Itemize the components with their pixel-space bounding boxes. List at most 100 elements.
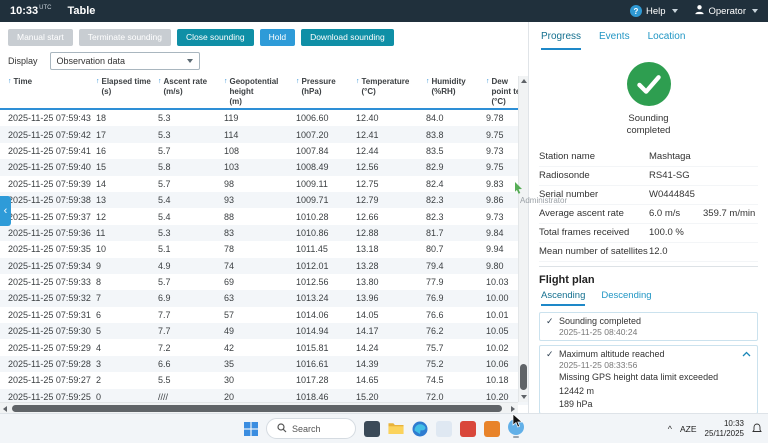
column-header-time[interactable]: ↑Time — [0, 75, 92, 107]
cell: 6 — [92, 310, 154, 320]
table-row[interactable]: 2025-11-25 07:59:2725.5301017.2814.6574.… — [0, 372, 528, 388]
cell: 10 — [92, 244, 154, 254]
column-header-elapsed-time-s[interactable]: ↑Elapsed time (s) — [92, 75, 154, 107]
edge-icon[interactable] — [412, 421, 428, 437]
cell: 49 — [220, 326, 292, 336]
info-field-station-name: Station nameMashtaga — [539, 148, 758, 167]
taskbar-clock[interactable]: 10:33 25/11/2025 — [705, 419, 744, 439]
start-button[interactable] — [244, 422, 258, 436]
cell: 83 — [220, 228, 292, 238]
table-row[interactable]: 2025-11-25 07:59:37125.4881010.2812.6682… — [0, 208, 528, 224]
table-row[interactable]: 2025-11-25 07:59:2836.6351016.6114.3975.… — [0, 356, 528, 372]
table-row[interactable]: 2025-11-25 07:59:38135.4931009.7112.7982… — [0, 192, 528, 208]
cell: 5.3 — [154, 130, 220, 140]
terminate-sounding-button: Terminate sounding — [79, 29, 171, 46]
cell: 1008.49 — [292, 162, 352, 172]
vertical-scrollbar[interactable] — [518, 76, 528, 402]
clock: 10:33UTC — [10, 5, 51, 17]
column-header-humidity-rh[interactable]: ↑Humidity (%RH) — [422, 75, 482, 107]
flight-plan-item-time: 2025-11-25 08:33:56 — [559, 360, 738, 370]
tab-descending[interactable]: Descending — [601, 290, 651, 306]
download-sounding-button[interactable]: Download sounding — [301, 29, 394, 46]
tab-progress[interactable]: Progress — [541, 31, 581, 50]
table-row[interactable]: 2025-11-25 07:59:36115.3831010.8612.8881… — [0, 225, 528, 241]
cell: 1012.01 — [292, 261, 352, 271]
scroll-up-arrow-icon[interactable] — [521, 79, 527, 83]
check-icon: ✓ — [546, 316, 559, 328]
tray-expand-icon[interactable] — [668, 424, 672, 434]
cell: 14.05 — [352, 310, 422, 320]
manual-start-button: Manual start — [8, 29, 73, 46]
user-icon — [694, 4, 705, 18]
scroll-left-arrow-icon[interactable] — [3, 406, 7, 412]
cell: 1007.20 — [292, 130, 352, 140]
table-row[interactable]: 2025-11-25 07:59:3385.7691012.5613.8077.… — [0, 274, 528, 290]
sort-icon: ↑ — [296, 77, 300, 88]
close-sounding-button[interactable]: Close sounding — [177, 29, 254, 46]
display-dropdown[interactable]: Observation data — [50, 52, 200, 70]
cell: 5.7 — [154, 277, 220, 287]
cell: 12.79 — [352, 195, 422, 205]
cell: 5.4 — [154, 195, 220, 205]
column-header-temperature-c[interactable]: ↑Temperature (°C) — [352, 75, 422, 107]
success-check-icon — [627, 62, 671, 106]
table-row[interactable]: 2025-11-25 07:59:3494.9741012.0113.2879.… — [0, 258, 528, 274]
running-indicator — [513, 436, 519, 438]
cell: 1013.24 — [292, 293, 352, 303]
user-menu[interactable]: Operator — [694, 4, 759, 18]
taskbar-apps — [364, 419, 524, 438]
table-row[interactable]: 2025-11-25 07:59:39145.7981009.1112.7582… — [0, 176, 528, 192]
cell: 114 — [220, 130, 292, 140]
table-row[interactable]: 2025-11-25 07:59:3167.7571014.0614.0576.… — [0, 307, 528, 323]
table-row[interactable]: 2025-11-25 07:59:3276.9631013.2413.9676.… — [0, 290, 528, 306]
table-row[interactable]: 2025-11-25 07:59:3057.7491014.9414.1776.… — [0, 323, 528, 339]
hold-button[interactable]: Hold — [260, 29, 295, 46]
scroll-right-arrow-icon[interactable] — [511, 406, 515, 412]
cell: 30 — [220, 375, 292, 385]
cell: 1014.94 — [292, 326, 352, 336]
help-menu[interactable]: Help — [630, 5, 678, 17]
chevron-down-icon — [672, 9, 678, 13]
taskbar: Search AZE 10:33 25/11/2025 — [0, 413, 768, 443]
user-label: Operator — [709, 6, 747, 17]
table-row[interactable]: 2025-11-25 07:59:41165.71081007.8412.448… — [0, 143, 528, 159]
detail-text: 12442 m — [559, 386, 594, 396]
app-red-icon[interactable] — [460, 421, 476, 437]
column-header-geopotential-height[interactable]: ↑Geopotential height (m) — [220, 75, 292, 107]
table-row[interactable]: 2025-11-25 07:59:2947.2421015.8114.2475.… — [0, 339, 528, 355]
tab-ascending[interactable]: Ascending — [541, 290, 585, 306]
horizontal-scrollbar-thumb[interactable] — [12, 405, 502, 412]
taskbar-search[interactable]: Search — [266, 418, 356, 439]
app-dark-icon[interactable] — [364, 421, 380, 437]
cell: 5.5 — [154, 375, 220, 385]
language-indicator[interactable]: AZE — [680, 424, 697, 434]
scroll-down-arrow-icon[interactable] — [521, 395, 527, 399]
cell: 2025-11-25 07:59:27 — [0, 375, 92, 385]
table-view: Manual start Terminate sounding Close soun… — [0, 22, 528, 413]
column-header-pressure-hpa[interactable]: ↑Pressure (hPa) — [292, 75, 352, 107]
horizontal-scrollbar[interactable] — [0, 402, 518, 413]
app-light-icon[interactable] — [436, 421, 452, 437]
vertical-scrollbar-thumb[interactable] — [520, 364, 527, 390]
sidebar-expand-button[interactable] — [0, 196, 11, 226]
tab-location[interactable]: Location — [648, 31, 686, 50]
table-row[interactable]: 2025-11-25 07:59:35105.1781011.4513.1880… — [0, 241, 528, 257]
tab-events[interactable]: Events — [599, 31, 630, 50]
table-row[interactable]: 2025-11-25 07:59:42175.31141007.2012.418… — [0, 126, 528, 142]
file-explorer-icon[interactable] — [388, 421, 404, 437]
cell: 2025-11-25 07:59:41 — [0, 146, 92, 156]
cell: 8 — [92, 277, 154, 287]
cell: 5.3 — [154, 228, 220, 238]
app-orange-icon[interactable] — [484, 421, 500, 437]
table-row[interactable]: 2025-11-25 07:59:40155.81031008.4912.568… — [0, 159, 528, 175]
cell: 2025-11-25 07:59:38 — [0, 195, 92, 205]
cell: 98 — [220, 179, 292, 189]
notification-bell-icon[interactable] — [752, 423, 762, 434]
cell: 2025-11-25 07:59:42 — [0, 130, 92, 140]
table-row[interactable]: 2025-11-25 07:59:43185.31191006.6012.408… — [0, 110, 528, 126]
cell: 83.8 — [422, 130, 482, 140]
column-header-ascent-rate-m-s[interactable]: ↑Ascent rate (m/s) — [154, 75, 220, 107]
chevron-up-icon[interactable] — [742, 349, 751, 360]
cell: 14.24 — [352, 343, 422, 353]
cell: 75.7 — [422, 343, 482, 353]
